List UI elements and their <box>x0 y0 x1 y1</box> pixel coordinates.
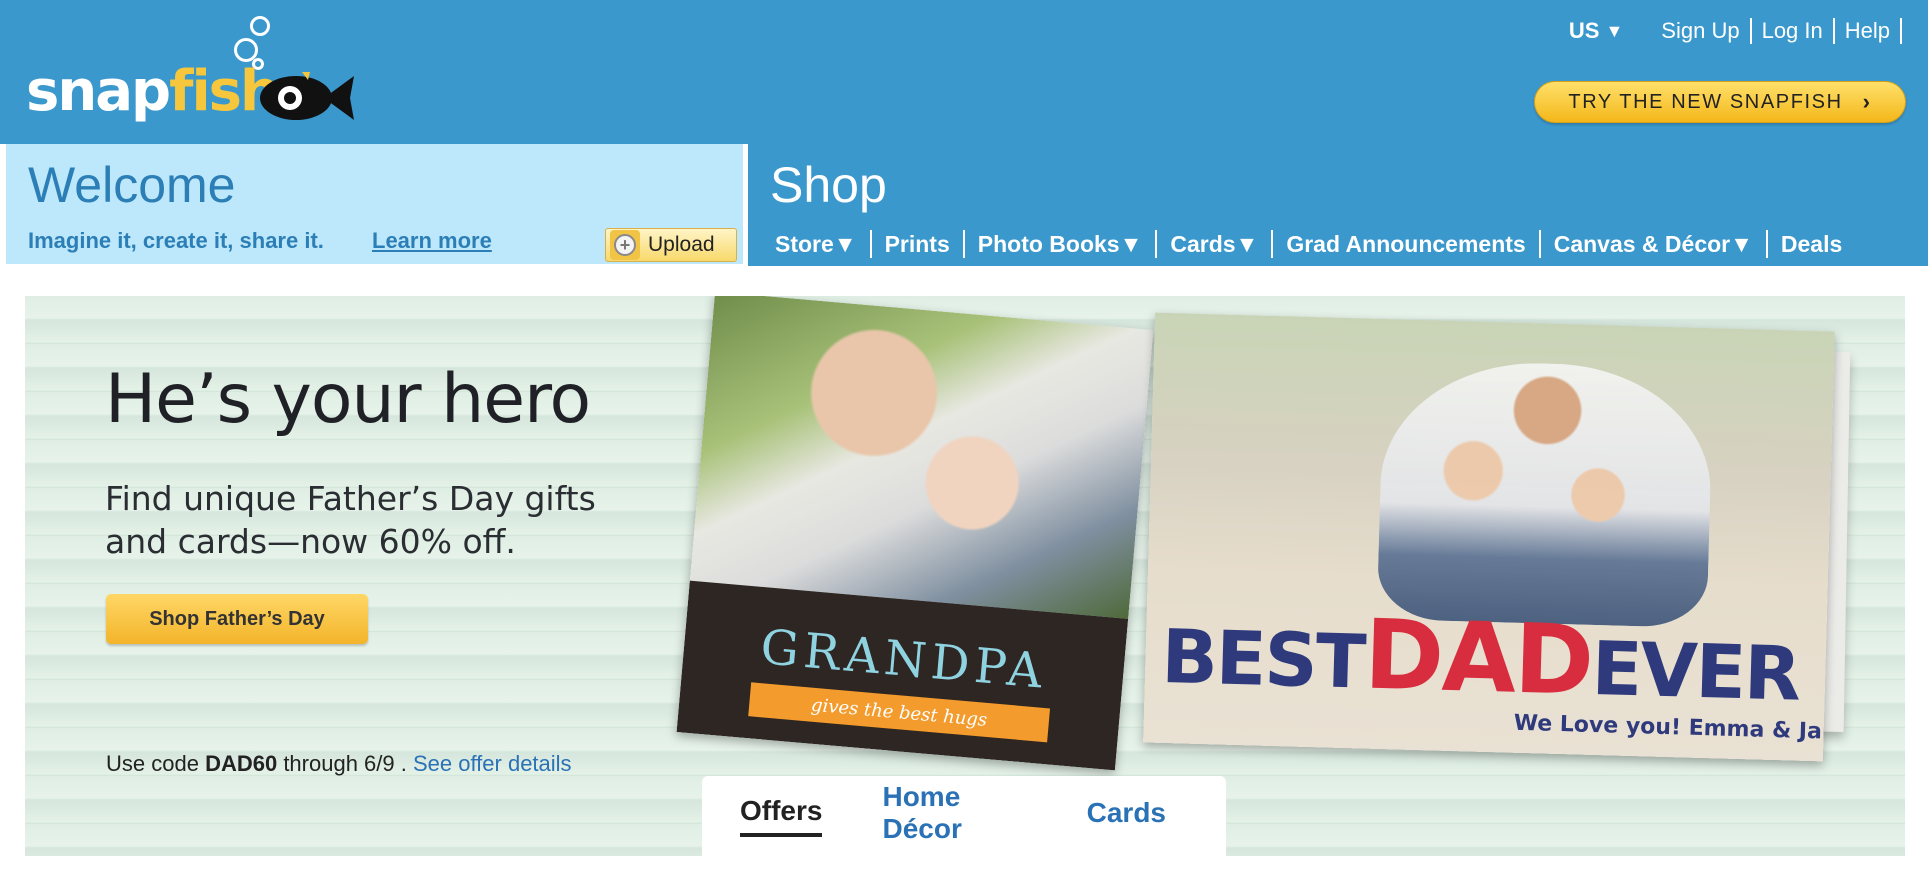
nav-grad-announcements[interactable]: Grad Announcements <box>1273 230 1541 258</box>
bubble-icon <box>250 16 270 36</box>
caret-down-icon: ▼ <box>1605 20 1624 41</box>
nav-cards[interactable]: Cards▼ <box>1157 230 1274 258</box>
nav-store[interactable]: Store▼ <box>762 230 872 258</box>
utility-nav: US ▼ Sign Up Log In Help <box>1569 18 1902 44</box>
shop-title: Shop <box>770 157 887 213</box>
snapfish-logo[interactable]: snapfish <box>26 14 366 126</box>
tab-home-decor[interactable]: Home Décor <box>882 781 1026 851</box>
nav-deals[interactable]: Deals <box>1768 230 1855 258</box>
best-text: BEST <box>1160 613 1366 706</box>
shop-fathers-day-button[interactable]: Shop Father’s Day <box>106 594 368 644</box>
offer-details-link[interactable]: See offer details <box>413 751 572 776</box>
shop-nav: Store▼ Prints Photo Books▼ Cards▼ Grad A… <box>762 230 1855 258</box>
best-dad-card-image[interactable]: BESTDADEVER We Love you! Emma & Jane <box>1143 312 1835 762</box>
try-new-snapfish-button[interactable]: TRY THE NEW SNAPFISH › <box>1534 81 1906 123</box>
hero-tabs: Offers Home Décor Cards <box>702 776 1226 856</box>
grandpa-photo <box>689 296 1154 619</box>
nav-canvas-decor[interactable]: Canvas & Décor▼ <box>1541 230 1768 258</box>
region-selector[interactable]: US ▼ <box>1569 18 1623 44</box>
chevron-right-icon: › <box>1862 89 1872 114</box>
nav-prints[interactable]: Prints <box>872 230 965 258</box>
upload-button[interactable]: + Upload <box>605 228 737 262</box>
promo-prefix: Use code <box>106 751 206 776</box>
tab-offers[interactable]: Offers <box>740 795 823 837</box>
welcome-tagline: Imagine it, create it, share it. <box>28 228 324 253</box>
nav-photo-books[interactable]: Photo Books▼ <box>965 230 1158 258</box>
top-header: snapfish US ▼ Sign Up Log In Help TRY THE… <box>0 0 1928 144</box>
fathers-day-banner: He’s your hero Find unique Father’s Day … <box>25 296 1905 856</box>
family-photo <box>1376 358 1714 629</box>
hero-headline: He’s your hero <box>105 360 591 439</box>
log-in-link[interactable]: Log In <box>1752 18 1835 44</box>
help-link[interactable]: Help <box>1835 18 1902 44</box>
learn-more-link[interactable]: Learn more <box>372 228 492 254</box>
add-icon: + <box>610 230 640 260</box>
logo-wordmark: snapfish <box>26 64 280 120</box>
welcome-title: Welcome <box>28 157 236 213</box>
fish-icon <box>260 72 354 120</box>
ever-text: EVER <box>1590 625 1801 718</box>
hero-subtext: Find unique Father’s Day gifts and cards… <box>105 479 596 561</box>
upload-label: Upload <box>648 233 715 256</box>
region-label: US <box>1568 18 1600 43</box>
best-dad-ever-text: BESTDADEVER <box>1160 598 1801 718</box>
try-new-snapfish-label: TRY THE NEW SNAPFISH <box>1568 90 1843 113</box>
grandpa-card-title: GRANDPA <box>758 619 1050 700</box>
shop-panel: Shop Store▼ Prints Photo Books▼ Cards▼ G… <box>746 144 1928 266</box>
sign-up-link[interactable]: Sign Up <box>1661 18 1752 44</box>
promo-line: Use code DAD60 through 6/9 . See offer d… <box>106 751 572 777</box>
logo-text-snap: snap <box>26 59 171 124</box>
grandpa-card-image[interactable]: GRANDPA gives the best hugs <box>676 296 1154 771</box>
promo-suffix: through 6/9 . <box>277 751 413 776</box>
dad-text: DAD <box>1362 598 1594 717</box>
promo-code: DAD60 <box>205 751 278 776</box>
welcome-panel: Welcome Imagine it, create it, share it.… <box>4 144 745 266</box>
tab-cards[interactable]: Cards <box>1087 797 1166 835</box>
